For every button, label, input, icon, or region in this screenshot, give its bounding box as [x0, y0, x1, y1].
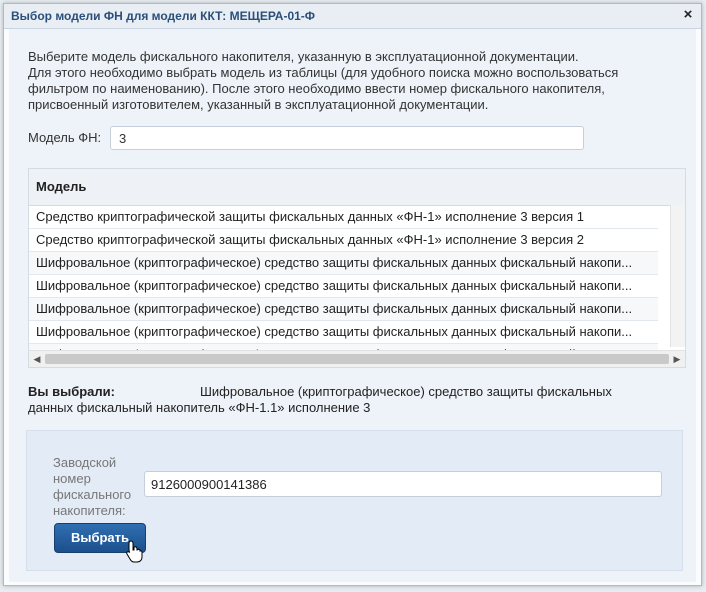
model-filter-input[interactable] [110, 126, 584, 150]
table-row[interactable]: Шифровальное (криптографическое) средств… [29, 275, 658, 298]
intro-text: Выберите модель фискального накопителя, … [28, 49, 678, 113]
dialog-titlebar: Выбор модели ФН для модели ККТ: МЕЩЕРА-0… [4, 4, 701, 29]
model-filter-label: Модель ФН: [28, 130, 102, 145]
serial-number-input[interactable] [144, 471, 662, 497]
vertical-scrollbar[interactable] [670, 205, 685, 347]
intro-line: фильтром по наименованию). После этого н… [28, 81, 605, 96]
serial-panel: Заводской номер фискального накопителя: … [26, 430, 683, 571]
intro-line: Для этого необходимо выбрать модель из т… [28, 65, 619, 80]
horizontal-scrollbar[interactable]: ◀ ▶ [29, 350, 685, 367]
serial-number-label: Заводской номер фискального накопителя: [53, 455, 132, 518]
model-table: Модель Средство криптографической защиты… [28, 168, 686, 368]
hand-cursor-icon [126, 540, 143, 563]
close-icon[interactable]: × [681, 7, 695, 23]
table-row[interactable]: Шифровальное (криптографическое) средств… [29, 252, 658, 275]
table-row[interactable]: Шифровальное (криптографическое) средств… [29, 298, 658, 321]
table-row[interactable]: Средство криптографической защиты фискал… [29, 229, 658, 252]
fn-model-dialog: Выбор модели ФН для модели ККТ: МЕЩЕРА-0… [3, 3, 702, 586]
dialog-title: Выбор модели ФН для модели ККТ: МЕЩЕРА-0… [11, 9, 316, 23]
scroll-right-icon[interactable]: ▶ [671, 353, 683, 365]
table-header-model: Модель [29, 169, 685, 206]
scrollbar-thumb[interactable] [45, 354, 669, 364]
selected-value-line: Шифровальное (криптографическое) средств… [200, 384, 612, 399]
intro-line: Выберите модель фискального накопителя, … [28, 49, 579, 64]
table-row[interactable]: Средство криптографической защиты фискал… [29, 206, 658, 229]
dialog-body: Выберите модель фискального накопителя, … [9, 29, 696, 582]
selected-value: Шифровальное (криптографическое) средств… [28, 384, 668, 416]
scroll-left-icon[interactable]: ◀ [31, 353, 43, 365]
intro-line: присвоенный изготовителем, указанный в э… [28, 97, 489, 112]
table-row[interactable]: Шифровальное (криптографическое) средств… [29, 321, 658, 344]
selected-value-line: данных фискальный накопитель «ФН-1.1» ис… [28, 400, 371, 415]
